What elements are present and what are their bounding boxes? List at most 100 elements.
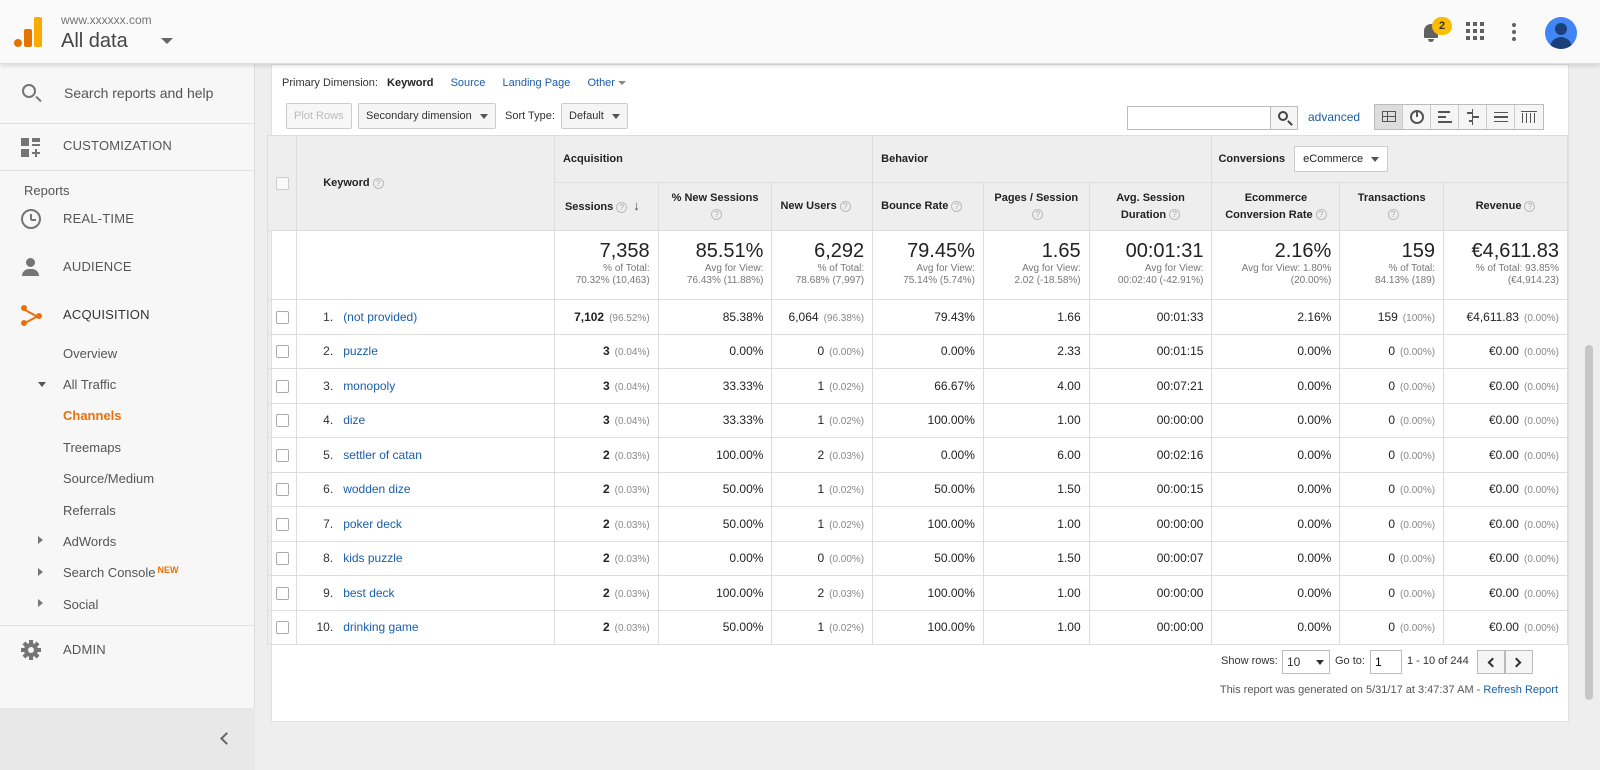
more-vert-icon[interactable] (1500, 18, 1528, 46)
data-table-view-icon[interactable] (1375, 105, 1403, 129)
help-icon[interactable]: ? (839, 200, 851, 212)
row-checkbox[interactable] (275, 448, 289, 462)
pivot-view-icon[interactable] (1515, 105, 1543, 129)
help-icon[interactable]: ? (1315, 209, 1327, 221)
transactions-column-header[interactable]: Transactions? (1339, 182, 1445, 231)
table-row: 3. monopoly 3 (0.04%) 33.33% 1 (0.02%) 66.67% 4.… (266, 368, 1568, 404)
sessions-cell: 3 (0.04%) (553, 368, 659, 404)
analytics-logo[interactable] (14, 17, 42, 47)
page-scrollbar[interactable] (1585, 345, 1593, 700)
expand-right-icon[interactable] (38, 568, 43, 576)
view-name[interactable]: All data (61, 30, 128, 53)
keyword-link[interactable]: kids puzzle (343, 551, 402, 565)
avg-duration-column-header[interactable]: Avg. Session Duration? (1088, 182, 1213, 231)
prev-page-button[interactable] (1477, 650, 1505, 674)
new-sessions-column-header[interactable]: % New Sessions? (657, 182, 773, 231)
sidebar-item-acquisition[interactable]: ACQUISITION (0, 295, 255, 335)
bounce-rate-column-header[interactable]: Bounce Rate? (872, 182, 984, 231)
cell-percent: (0.04%) (614, 381, 650, 393)
row-checkbox[interactable] (275, 552, 289, 566)
help-icon[interactable]: ? (1524, 200, 1536, 212)
refresh-report-link[interactable]: Refresh Report (1483, 684, 1558, 696)
expand-down-icon[interactable] (38, 382, 46, 387)
row-checkbox[interactable] (275, 345, 289, 359)
plot-rows-button[interactable]: Plot Rows (286, 103, 352, 129)
help-icon[interactable]: ? (1032, 209, 1044, 221)
next-page-button[interactable] (1505, 650, 1533, 674)
revenue-column-header[interactable]: Revenue? (1443, 182, 1568, 231)
advanced-filter-link[interactable]: advanced (1308, 110, 1360, 124)
help-icon[interactable]: ? (711, 209, 723, 221)
keyword-link[interactable]: (not provided) (343, 310, 417, 324)
expand-right-icon[interactable] (38, 599, 43, 607)
row-checkbox[interactable] (275, 586, 289, 600)
row-checkbox[interactable] (275, 379, 289, 393)
keyword-link[interactable]: dize (343, 413, 365, 427)
conversions-goal-select[interactable]: eCommerce (1294, 146, 1389, 172)
cell-value: 50.00% (934, 482, 975, 497)
comparison-view-icon[interactable] (1459, 105, 1487, 129)
help-icon[interactable]: ? (951, 200, 963, 212)
sidebar-item-customization[interactable]: CUSTOMIZATION (0, 126, 255, 166)
select-all-checkbox[interactable] (275, 176, 289, 190)
sidebar-item-adwords[interactable]: AdWords (63, 534, 116, 549)
sidebar-item-treemaps[interactable]: Treemaps (63, 440, 121, 455)
expand-right-icon[interactable] (38, 536, 43, 544)
pages-session-column-header[interactable]: Pages / Session? (982, 182, 1090, 231)
keyword-link[interactable]: drinking game (343, 620, 418, 634)
keyword-link[interactable]: puzzle (343, 344, 378, 358)
apps-grid-icon[interactable] (1462, 18, 1490, 46)
goto-page-input[interactable] (1370, 650, 1402, 674)
row-checkbox[interactable] (275, 517, 289, 531)
sidebar-item-overview[interactable]: Overview (63, 346, 117, 361)
search-reports[interactable]: Search reports and help (0, 64, 255, 124)
help-icon[interactable]: ? (1387, 209, 1399, 221)
term-cloud-view-icon[interactable] (1487, 105, 1515, 129)
sidebar-item-admin[interactable]: ADMIN (0, 630, 255, 670)
pie-chart-view-icon[interactable] (1403, 105, 1431, 129)
row-checkbox[interactable] (275, 310, 289, 324)
sidebar-item-social[interactable]: Social (63, 597, 98, 612)
keyword-link[interactable]: best deck (343, 586, 394, 600)
row-checkbox[interactable] (275, 483, 289, 497)
dimension-source[interactable]: Source (451, 77, 486, 89)
sidebar-item-channels[interactable]: Channels (63, 408, 122, 423)
sidebar-item-referrals[interactable]: Referrals (63, 503, 116, 518)
help-icon[interactable]: ? (616, 201, 628, 213)
row-checkbox[interactable] (275, 414, 289, 428)
chevron-down-icon (611, 113, 620, 119)
keyword-column-header[interactable]: Keyword? (296, 135, 555, 231)
sidebar-item-all-traffic[interactable]: All Traffic (63, 377, 116, 392)
sidebar-item-search-console[interactable]: Search Console NEW (63, 565, 179, 580)
sort-type-dropdown[interactable]: Default (561, 103, 628, 129)
table-row: 6. wodden dize 2 (0.03%) 50.00% 1 (0.02%) 50.00… (266, 471, 1568, 507)
secondary-dimension-dropdown[interactable]: Secondary dimension (358, 103, 496, 129)
user-avatar[interactable] (1545, 17, 1577, 49)
keyword-link[interactable]: monopoly (343, 379, 395, 393)
table-search-input[interactable] (1127, 106, 1271, 130)
sidebar-item-audience[interactable]: AUDIENCE (0, 247, 255, 287)
ecom-rate-column-header[interactable]: Ecommerce Conversion Rate? (1211, 182, 1341, 231)
row-checkbox[interactable] (275, 621, 289, 635)
divider (0, 170, 255, 171)
help-icon[interactable]: ? (372, 177, 384, 189)
new_users-cell: 6,064 (96.38%) (771, 299, 874, 335)
row-checkbox-cell (266, 299, 298, 335)
view-selector-caret-icon[interactable] (161, 38, 173, 44)
collapse-chevron-icon[interactable] (220, 732, 233, 745)
show-rows-select[interactable]: 10 (1282, 650, 1330, 674)
sidebar-item-source-medium[interactable]: Source/Medium (63, 471, 154, 486)
dimension-keyword[interactable]: Keyword (387, 77, 433, 89)
sidebar-item-realtime[interactable]: REAL-TIME (0, 199, 255, 239)
keyword-link[interactable]: poker deck (343, 517, 402, 531)
sessions-column-header[interactable]: Sessions? ↓ (553, 182, 659, 231)
table-search-button[interactable] (1270, 106, 1298, 130)
performance-view-icon[interactable] (1431, 105, 1459, 129)
dimension-other[interactable]: Other (587, 77, 626, 89)
help-icon[interactable]: ? (1169, 209, 1181, 221)
sort-desc-icon[interactable]: ↓ (633, 197, 640, 214)
keyword-link[interactable]: wodden dize (343, 482, 410, 496)
dimension-landing-page[interactable]: Landing Page (502, 77, 570, 89)
keyword-link[interactable]: settler of catan (343, 448, 422, 462)
new-users-column-header[interactable]: New Users? (771, 182, 874, 231)
